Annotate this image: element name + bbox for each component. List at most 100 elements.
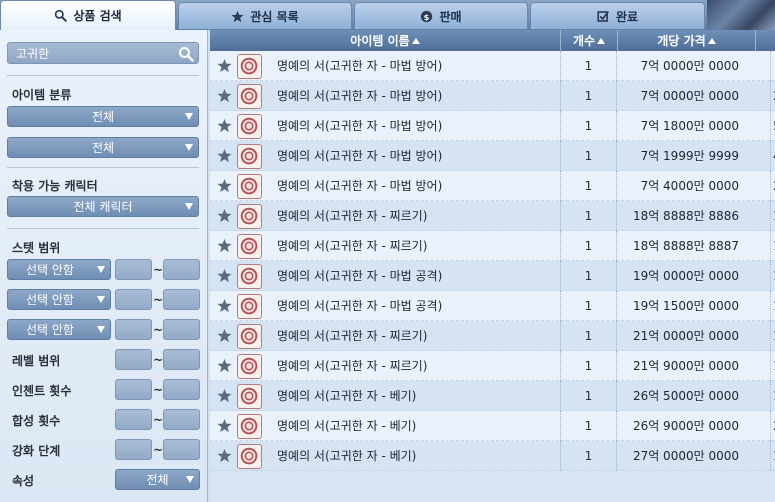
column-header-name[interactable]: 아이템 이름 (210, 30, 560, 51)
stat-select-2[interactable]: 선택 안함 (7, 289, 111, 310)
column-header-count[interactable]: 개수 (560, 30, 617, 51)
character-label: 착용 가능 캐릭터 (12, 179, 98, 193)
tab-sell[interactable]: $ 판매 (354, 2, 528, 29)
table-row[interactable]: 명예의 서(고귀한 자 - 찌르기) 1 21억 0000만 0000 1 (210, 321, 775, 351)
star-icon[interactable] (217, 358, 232, 373)
table-row[interactable]: 명예의 서(고귀한 자 - 마법 방어) 1 7억 1999만 9999 4 (210, 141, 775, 171)
star-icon[interactable] (217, 268, 232, 283)
star-icon[interactable] (217, 178, 232, 193)
enchant-min-input[interactable] (115, 379, 152, 400)
level-max-input[interactable] (163, 349, 200, 370)
character-select[interactable]: 전체 캐릭터 (7, 196, 199, 217)
select-value: 전체 (146, 473, 169, 487)
item-count: 1 (560, 51, 617, 81)
reinforce-max-input[interactable] (163, 439, 200, 460)
star-icon[interactable] (217, 388, 232, 403)
item-name: 명예의 서(고귀한 자 - 찌르기) (277, 239, 428, 253)
stat-min-input-2[interactable] (115, 289, 152, 310)
table-row[interactable]: 명예의 서(고귀한 자 - 마법 방어) 1 7억 4000만 0000 2 (210, 171, 775, 201)
divider (7, 228, 199, 229)
select-value: 전체 캐릭터 (73, 200, 133, 214)
synthesis-max-input[interactable] (163, 409, 200, 430)
select-value: 선택 안함 (26, 293, 74, 307)
search-icon[interactable] (178, 46, 194, 62)
item-book-icon (237, 174, 262, 199)
star-icon[interactable] (217, 58, 232, 73)
search-input[interactable]: 고귀한 (7, 42, 199, 64)
item-extra-value: 1 (770, 231, 775, 261)
star-icon[interactable] (217, 238, 232, 253)
dropdown-arrow-icon (97, 326, 105, 333)
star-icon[interactable] (217, 298, 232, 313)
column-header-price[interactable]: 개당 가격 (617, 30, 755, 51)
synthesis-min-input[interactable] (115, 409, 152, 430)
enchant-max-input[interactable] (163, 379, 200, 400)
category-select-2[interactable]: 전체 (7, 137, 199, 158)
item-price: 18억 8888만 8887 (632, 239, 739, 253)
decorative-art (707, 0, 775, 30)
stat-max-input-1[interactable] (163, 259, 200, 280)
item-count: 1 (560, 351, 617, 381)
item-price: 19억 0000만 0000 (632, 269, 739, 283)
star-icon[interactable] (217, 448, 232, 463)
table-row[interactable]: 명예의 서(고귀한 자 - 찌르기) 1 21억 9000만 0000 1 (210, 351, 775, 381)
tab-watchlist[interactable]: 관심 목록 (178, 2, 352, 29)
star-icon[interactable] (217, 118, 232, 133)
dropdown-arrow-icon (185, 113, 193, 120)
item-book-icon (237, 384, 262, 409)
level-min-input[interactable] (115, 349, 152, 370)
star-icon[interactable] (217, 148, 232, 163)
table-row[interactable]: 명예의 서(고귀한 자 - 마법 공격) 1 19억 1500만 0000 1 (210, 291, 775, 321)
synthesis-count-label: 합성 횟수 (12, 414, 61, 428)
star-icon[interactable] (217, 418, 232, 433)
column-header-extra[interactable] (755, 30, 775, 51)
tab-complete[interactable]: 완료 (530, 2, 705, 29)
star-icon[interactable] (217, 328, 232, 343)
level-range-label: 레벨 범위 (12, 354, 61, 368)
tilde: ~ (153, 353, 164, 367)
table-row[interactable]: 명예의 서(고귀한 자 - 찌르기) 1 18억 8888만 8887 1 (210, 231, 775, 261)
table-header: 아이템 이름 개수 개당 가격 (210, 30, 775, 51)
table-row[interactable]: 명예의 서(고귀한 자 - 베기) 1 26억 5000만 0000 1 (210, 381, 775, 411)
table-row[interactable]: 명예의 서(고귀한 자 - 마법 공격) 1 19억 0000만 0000 1 (210, 261, 775, 291)
table-row[interactable]: 명예의 서(고귀한 자 - 마법 방어) 1 7억 0000만 0000 (210, 51, 775, 81)
dropdown-arrow-icon (185, 203, 193, 210)
category-select-1[interactable]: 전체 (7, 106, 199, 127)
attribute-select[interactable]: 전체 (115, 469, 200, 490)
stat-select-3[interactable]: 선택 안함 (7, 319, 111, 340)
table-row[interactable]: 명예의 서(고귀한 자 - 찌르기) 1 18억 8888만 8886 1 (210, 201, 775, 231)
tab-bar: 상품 검색 관심 목록 $ 판매 완료 (0, 0, 775, 30)
header-label: 아이템 이름 (350, 34, 410, 48)
stat-max-input-2[interactable] (163, 289, 200, 310)
stat-max-input-3[interactable] (163, 319, 200, 340)
tilde: ~ (153, 323, 164, 337)
star-icon[interactable] (217, 88, 232, 103)
item-count: 1 (560, 321, 617, 351)
tab-item-search[interactable]: 상품 검색 (0, 0, 176, 30)
reinforce-min-input[interactable] (115, 439, 152, 460)
item-price: 27억 0000만 0000 (632, 449, 739, 463)
stat-range-label: 스텟 범위 (12, 241, 61, 255)
stat-min-input-3[interactable] (115, 319, 152, 340)
item-name: 명예의 서(고귀한 자 - 베기) (277, 389, 417, 403)
stat-select-1[interactable]: 선택 안함 (7, 259, 111, 280)
table-row[interactable]: 명예의 서(고귀한 자 - 베기) 1 27억 0000만 0000 1 (210, 441, 775, 471)
table-row[interactable]: 명예의 서(고귀한 자 - 마법 방어) 1 7억 1800만 0000 5 (210, 111, 775, 141)
table-row[interactable]: 명예의 서(고귀한 자 - 마법 방어) 1 7억 0000만 0000 2 (210, 81, 775, 111)
item-count: 1 (560, 141, 617, 171)
item-count: 1 (560, 201, 617, 231)
item-price: 18억 8888만 8886 (632, 209, 739, 223)
dropdown-arrow-icon (185, 144, 193, 151)
item-count: 1 (560, 171, 617, 201)
tilde: ~ (153, 443, 164, 457)
tab-label: 완료 (615, 9, 639, 24)
item-name: 명예의 서(고귀한 자 - 찌르기) (277, 209, 428, 223)
item-name: 명예의 서(고귀한 자 - 찌르기) (277, 359, 428, 373)
divider (7, 75, 199, 76)
tilde: ~ (153, 293, 164, 307)
table-row[interactable]: 명예의 서(고귀한 자 - 베기) 1 26억 9000만 0000 2 (210, 411, 775, 441)
star-icon[interactable] (217, 208, 232, 223)
stat-min-input-1[interactable] (115, 259, 152, 280)
item-book-icon (237, 114, 262, 139)
item-book-icon (237, 414, 262, 439)
